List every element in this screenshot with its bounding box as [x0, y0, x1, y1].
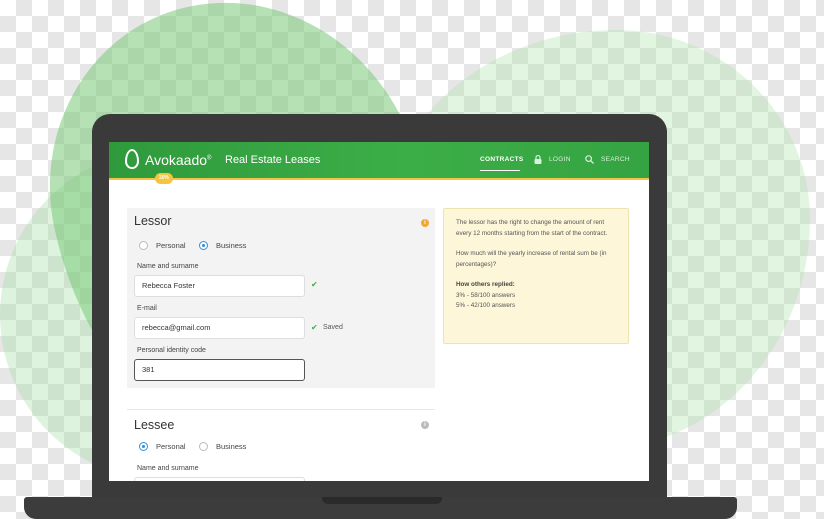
- app-title: Real Estate Leases: [225, 154, 321, 166]
- lessee-radio-business-label: Business: [216, 442, 247, 451]
- laptop-notch: [322, 497, 442, 504]
- section-divider: [127, 409, 435, 410]
- search-icon[interactable]: [585, 155, 594, 164]
- nav-active-underline: [480, 170, 520, 171]
- brand-logo[interactable]: Avokaado®: [145, 152, 211, 168]
- lessor-id-label: Personal identity code: [137, 347, 206, 354]
- lock-icon: [534, 155, 542, 164]
- lessor-email-check-icon: ✔: [311, 323, 318, 332]
- lessor-info-icon[interactable]: i: [421, 219, 429, 227]
- tip-answer: 5% - 42/100 answers: [456, 302, 516, 309]
- tip-answer: 3% - 58/100 answers: [456, 291, 516, 299]
- lessee-radio-business[interactable]: [199, 442, 208, 451]
- lessor-radio-personal[interactable]: [139, 241, 148, 250]
- lessee-info-icon[interactable]: i: [421, 421, 429, 429]
- lessor-radio-business-label: Business: [216, 241, 247, 250]
- tip-text-rent-change: The lessor has the right to change the a…: [456, 219, 608, 237]
- tip-others-title: How others replied:: [456, 281, 515, 288]
- lessor-email-label: E-mail: [137, 305, 157, 312]
- lessor-email-saved-status: Saved: [323, 324, 343, 331]
- lessor-email-input[interactable]: rebecca@gmail.com: [134, 317, 305, 339]
- help-tip-box: The lessor has the right to change the a…: [443, 208, 629, 344]
- header-accent-line: [109, 178, 649, 180]
- lessee-title: Lessee: [134, 418, 175, 432]
- lessor-name-input[interactable]: Rebecca Foster: [134, 275, 305, 297]
- lessor-id-input[interactable]: 381: [134, 359, 305, 381]
- lessee-name-input[interactable]: [134, 477, 305, 481]
- lessor-radio-personal-label: Personal: [156, 241, 186, 250]
- nav-search[interactable]: SEARCH: [601, 156, 630, 163]
- tip-text-question: How much will the yearly increase of ren…: [456, 250, 607, 268]
- lessor-radio-business[interactable]: [199, 241, 208, 250]
- avocado-logo-icon[interactable]: [125, 149, 139, 169]
- lessee-radio-personal[interactable]: [139, 442, 148, 451]
- lessor-name-label: Name and surname: [137, 263, 199, 270]
- brand-name: Avokaado: [145, 152, 208, 168]
- lessee-radio-personal-label: Personal: [156, 442, 186, 451]
- lessee-name-label: Name and surname: [137, 465, 199, 472]
- laptop-screen: Avokaado® Real Estate Leases CONTRACTS L…: [109, 142, 649, 481]
- nav-login[interactable]: LOGIN: [549, 156, 571, 163]
- discount-badge: 20%: [155, 173, 173, 184]
- brand-reg-mark: ®: [207, 155, 212, 162]
- app-header: Avokaado® Real Estate Leases CONTRACTS L…: [109, 142, 649, 178]
- nav-contracts[interactable]: CONTRACTS: [480, 156, 524, 163]
- lessor-name-check-icon: ✔: [311, 280, 318, 289]
- lessor-title: Lessor: [134, 214, 172, 228]
